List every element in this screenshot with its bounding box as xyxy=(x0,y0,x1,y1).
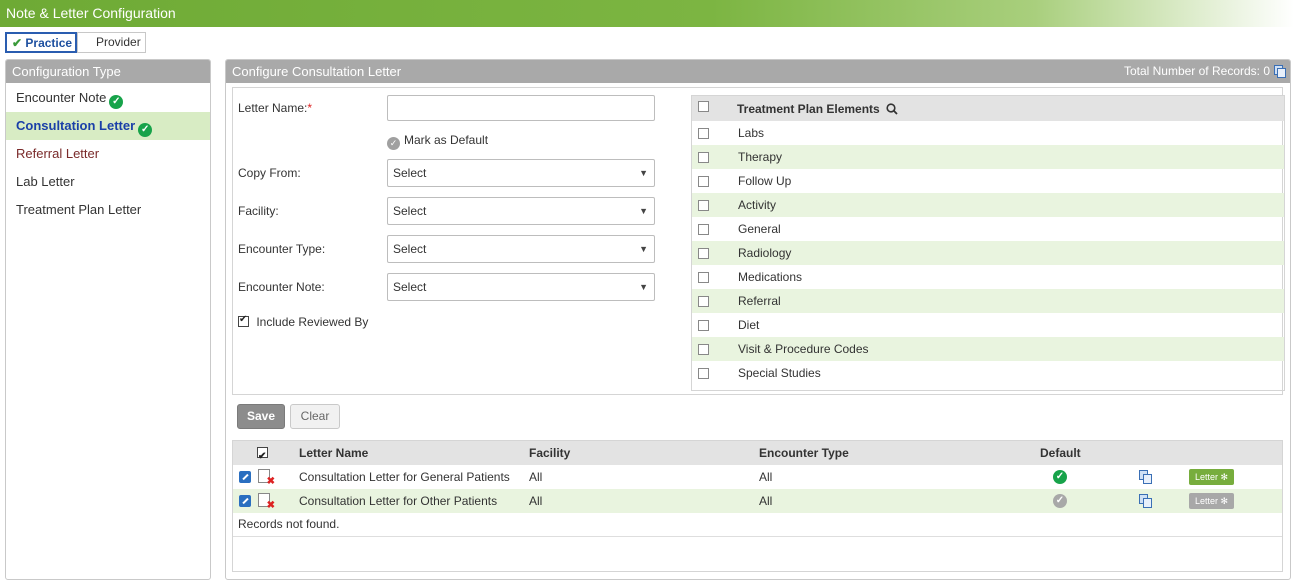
element-checkbox[interactable] xyxy=(698,344,709,355)
letter-form: Letter Name:* ✓ Mark as Default Copy From… xyxy=(232,87,1285,395)
cell-encounter-type: All xyxy=(759,494,773,508)
config-item-treatment-plan-letter[interactable]: Treatment Plan Letter xyxy=(6,196,210,224)
cell-facility: All xyxy=(529,470,543,484)
encounter-type-select[interactable]: Select ▼ xyxy=(387,235,655,263)
include-reviewed-by[interactable]: Include Reviewed By xyxy=(238,314,368,329)
gear-icon: ✻ xyxy=(1220,496,1229,506)
dropdown-arrow-icon: ▼ xyxy=(639,244,648,254)
element-checkbox[interactable] xyxy=(698,272,709,283)
facility-select[interactable]: Select ▼ xyxy=(387,197,655,225)
treatment-element-row[interactable]: Diet xyxy=(692,313,1284,337)
encounter-note-select[interactable]: Select ▼ xyxy=(387,273,655,301)
edit-icon[interactable] xyxy=(239,495,251,507)
treatment-element-row[interactable]: Follow Up xyxy=(692,169,1284,193)
search-icon[interactable] xyxy=(886,103,898,115)
dropdown-arrow-icon: ▼ xyxy=(639,282,648,292)
letters-grid: Letter Name Facility Encounter Type Defa… xyxy=(232,440,1283,572)
letter-settings-button[interactable]: Letter ✻ xyxy=(1189,469,1234,485)
config-item-referral-letter[interactable]: Referral Letter xyxy=(6,140,210,168)
configuration-type-header: Configuration Type xyxy=(6,60,210,83)
dropdown-arrow-icon: ▼ xyxy=(639,206,648,216)
configure-letter-panel: Configure Consultation Letter Total Numb… xyxy=(225,59,1291,580)
treatment-element-row[interactable]: Radiology xyxy=(692,241,1284,265)
element-checkbox[interactable] xyxy=(698,200,709,211)
dropdown-arrow-icon: ▼ xyxy=(639,168,648,178)
treatment-element-row[interactable]: Referral xyxy=(692,289,1284,313)
element-checkbox[interactable] xyxy=(698,128,709,139)
copy-icon[interactable] xyxy=(1139,470,1152,484)
config-item-encounter-note[interactable]: Encounter Note ✓ xyxy=(6,84,210,112)
cell-letter-name: Consultation Letter for Other Patients xyxy=(299,494,498,508)
practice-toggle[interactable]: ✔ Practice xyxy=(5,32,77,53)
save-button[interactable]: Save xyxy=(237,404,285,429)
letter-settings-button[interactable]: Letter ✻ xyxy=(1189,493,1234,509)
element-checkbox[interactable] xyxy=(698,320,709,331)
include-reviewed-checkbox[interactable] xyxy=(238,314,249,327)
default-check-icon[interactable]: ✓ xyxy=(1053,470,1067,484)
cell-letter-name: Consultation Letter for General Patients xyxy=(299,470,510,484)
mark-as-default[interactable]: ✓ Mark as Default xyxy=(387,133,488,150)
configure-letter-header: Configure Consultation Letter Total Numb… xyxy=(226,60,1290,83)
col-default[interactable]: Default xyxy=(1040,441,1081,465)
treatment-plan-elements: Treatment Plan Elements Labs Therapy Fol… xyxy=(691,95,1285,391)
delete-icon[interactable]: ✖ xyxy=(258,493,275,511)
configured-check-icon: ✓ xyxy=(138,123,153,137)
copy-from-label: Copy From: xyxy=(238,166,301,180)
element-checkbox[interactable] xyxy=(698,224,709,235)
copy-icon[interactable] xyxy=(1139,494,1152,508)
default-check-icon[interactable]: ✓ xyxy=(1053,494,1067,508)
config-item-lab-letter[interactable]: Lab Letter xyxy=(6,168,210,196)
treatment-element-row[interactable]: Special Studies xyxy=(692,361,1284,385)
grid-header: Letter Name Facility Encounter Type Defa… xyxy=(233,441,1282,469)
configured-check-icon: ✓ xyxy=(109,95,124,109)
col-encounter-type[interactable]: Encounter Type xyxy=(759,441,849,465)
treatment-element-row[interactable]: Therapy xyxy=(692,145,1284,169)
window-title: Note & Letter Configuration xyxy=(0,0,1294,27)
copy-icon[interactable] xyxy=(1274,65,1286,78)
divider xyxy=(233,536,1282,537)
delete-icon[interactable]: ✖ xyxy=(258,469,275,487)
letter-name-label: Letter Name:* xyxy=(238,101,313,115)
clear-button[interactable]: Clear xyxy=(290,404,340,429)
facility-label: Facility: xyxy=(238,204,279,218)
cell-facility: All xyxy=(529,494,543,508)
treatment-element-row[interactable]: General xyxy=(692,217,1284,241)
select-all-checkbox[interactable] xyxy=(698,101,709,112)
element-checkbox[interactable] xyxy=(698,368,709,379)
element-checkbox[interactable] xyxy=(698,152,709,163)
element-checkbox[interactable] xyxy=(698,176,709,187)
default-check-icon: ✓ xyxy=(387,137,400,150)
configuration-type-panel: Configuration Type Encounter Note ✓ Consu… xyxy=(5,59,211,580)
cell-encounter-type: All xyxy=(759,470,773,484)
treatment-element-row[interactable]: Activity xyxy=(692,193,1284,217)
element-checkbox[interactable] xyxy=(698,248,709,259)
treatment-element-row[interactable]: Visit & Procedure Codes xyxy=(692,337,1284,361)
encounter-note-label: Encounter Note: xyxy=(238,280,325,294)
treatment-element-row[interactable]: Medications xyxy=(692,265,1284,289)
table-row: ✖ Consultation Letter for General Patien… xyxy=(233,465,1282,489)
panel-title: Configure Consultation Letter xyxy=(232,64,402,79)
table-row: ✖ Consultation Letter for Other Patients… xyxy=(233,489,1282,513)
practice-toggle-label: Practice xyxy=(25,36,73,50)
records-count: Total Number of Records: 0 xyxy=(1123,64,1270,78)
treatment-element-row[interactable]: Labs xyxy=(692,121,1284,145)
select-all-rows-checkbox[interactable] xyxy=(257,445,268,469)
col-letter-name[interactable]: Letter Name xyxy=(299,441,368,465)
check-icon: ✔ xyxy=(12,36,23,50)
letter-name-input[interactable] xyxy=(387,95,655,121)
gear-icon: ✻ xyxy=(1220,472,1229,482)
config-item-consultation-letter[interactable]: Consultation Letter ✓ xyxy=(6,112,210,140)
treatment-plan-header: Treatment Plan Elements xyxy=(692,96,1284,121)
encounter-type-label: Encounter Type: xyxy=(238,242,326,256)
col-facility[interactable]: Facility xyxy=(529,441,570,465)
provider-toggle[interactable]: Provider xyxy=(77,32,146,53)
edit-icon[interactable] xyxy=(239,471,251,483)
empty-message: Records not found. xyxy=(238,517,340,531)
element-checkbox[interactable] xyxy=(698,296,709,307)
copy-from-select[interactable]: Select ▼ xyxy=(387,159,655,187)
